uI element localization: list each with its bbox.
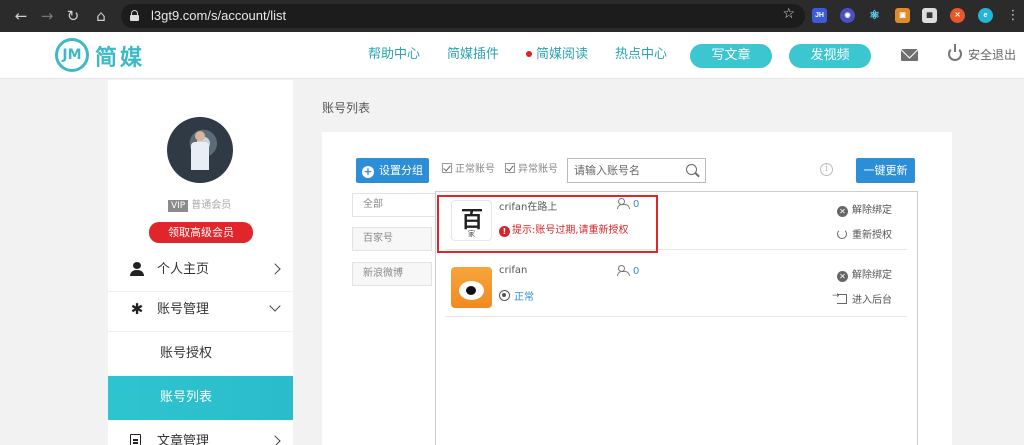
nav-plugin[interactable]: 简媒插件 — [447, 32, 499, 78]
fans-icon — [617, 265, 630, 276]
account-card: crifan 0 正常 ✕ 解除绑定 进入后台 — [445, 259, 907, 317]
lock-icon — [130, 10, 139, 21]
browser-toolbar: ← → ↻ ⌂ l3gt9.com/s/account/list ☆ JH ◉ … — [0, 0, 1024, 32]
action-label: 重新授权 — [852, 230, 892, 241]
nav-help-center[interactable]: 帮助中心 — [368, 32, 420, 78]
search-icon[interactable] — [686, 164, 697, 175]
sidebar-item-label: 个人主页 — [157, 262, 210, 277]
unbind-button[interactable]: ✕ 解除绑定 — [837, 266, 892, 282]
action-label: 解除绑定 — [852, 205, 892, 216]
sidebar-item-account-auth[interactable]: 账号授权 — [108, 332, 293, 376]
sidebar-item-label: 账号管理 — [157, 302, 210, 317]
enter-backend-button[interactable]: 进入后台 — [832, 291, 892, 306]
app-header: JM 简媒 帮助中心 简媒插件 简媒阅读 热点中心 写文章 发视频 安全退出 — [0, 32, 1024, 79]
plus-icon: + — [362, 165, 374, 178]
status-dot-icon — [499, 290, 510, 301]
action-label: 进入后台 — [852, 295, 892, 306]
extension-icon-6[interactable]: ✕ — [950, 8, 965, 23]
page-title: 账号列表 — [322, 101, 371, 115]
logo-icon[interactable]: JM — [55, 38, 89, 72]
fans-count: 0 — [617, 265, 639, 277]
forward-arrow-icon[interactable]: → — [38, 7, 56, 25]
write-article-button[interactable]: 写文章 — [690, 44, 772, 68]
set-group-button[interactable]: + 设置分组 — [356, 158, 429, 183]
sidebar: VIP 普通会员 领取高级会员 个人主页 ✱ 账号管理 账号授权 账号列表 文章管… — [108, 80, 293, 445]
checkbox-label: 正常账号 — [455, 164, 495, 175]
sidebar-item-label: 文章管理 — [157, 434, 210, 445]
sidebar-item-account-mgmt[interactable]: ✱ 账号管理 — [108, 288, 293, 332]
weibo-logo-icon — [451, 267, 492, 308]
account-name: crifan — [499, 265, 528, 276]
avatar[interactable] — [167, 117, 233, 183]
logo-text[interactable]: 简媒 — [95, 40, 145, 72]
url-text: l3gt9.com/s/account/list — [151, 8, 287, 23]
group-item-weibo[interactable]: 新浪微博 — [352, 262, 432, 286]
sidebar-item-article-mgmt[interactable]: 文章管理 — [108, 420, 293, 445]
group-item-all[interactable]: 全部 — [352, 193, 438, 217]
normal-accounts-checkbox[interactable]: 正常账号 — [442, 163, 495, 177]
chevron-down-icon — [269, 300, 281, 312]
post-video-button[interactable]: 发视频 — [789, 44, 871, 68]
upgrade-member-button[interactable]: 领取高级会员 — [149, 222, 253, 243]
member-level-text: 普通会员 — [191, 200, 232, 211]
annotation-highlight-box — [437, 195, 658, 253]
checkbox-icon — [505, 163, 515, 173]
jh-extension-icon[interactable]: JH — [812, 8, 827, 23]
sidebar-item-account-list[interactable]: 账号列表 — [108, 376, 293, 420]
info-icon[interactable]: i — [820, 163, 833, 176]
bookmark-star-icon[interactable]: ☆ — [782, 6, 795, 22]
logout-link[interactable]: 安全退出 — [968, 32, 1016, 78]
extension-icon-4[interactable]: ▣ — [895, 8, 910, 23]
vip-badge: VIP — [168, 200, 189, 212]
mail-icon[interactable] — [901, 49, 918, 61]
person-icon — [130, 262, 144, 276]
member-level: VIP 普通会员 — [168, 196, 231, 212]
reauthorize-button[interactable]: 重新授权 — [837, 226, 892, 241]
back-arrow-icon[interactable]: ← — [12, 7, 30, 25]
nav-reading[interactable]: 简媒阅读 — [526, 32, 588, 78]
browser-menu-icon[interactable]: ⋮ — [1004, 7, 1022, 25]
refresh-icon — [837, 229, 847, 239]
power-icon[interactable] — [948, 44, 962, 61]
sidebar-item-home[interactable]: 个人主页 — [108, 248, 293, 292]
gear-icon: ✱ — [130, 300, 144, 318]
search-input[interactable] — [568, 159, 680, 182]
document-icon — [130, 434, 141, 445]
abnormal-accounts-checkbox[interactable]: 异常账号 — [505, 163, 558, 177]
status-text: 正常 — [514, 292, 534, 303]
sidebar-item-label: 账号授权 — [160, 346, 213, 361]
extension-icon-7[interactable]: e — [978, 8, 993, 23]
nav-hot-center[interactable]: 热点中心 — [615, 32, 667, 78]
home-icon[interactable]: ⌂ — [92, 7, 110, 25]
refresh-all-button[interactable]: 一键更新 — [856, 158, 915, 183]
qr-code-icon[interactable]: ▦ — [922, 8, 937, 23]
action-label: 解除绑定 — [852, 270, 892, 281]
extension-icon-2[interactable]: ◉ — [840, 8, 855, 23]
chevron-right-icon — [269, 263, 281, 275]
enter-icon — [832, 291, 847, 304]
checkbox-label: 异常账号 — [518, 164, 558, 175]
reload-icon[interactable]: ↻ — [64, 7, 82, 25]
checkbox-icon — [442, 163, 452, 173]
close-circle-icon: ✕ — [837, 271, 848, 282]
fans-value: 0 — [633, 266, 640, 277]
group-item-baijiahao[interactable]: 百家号 — [352, 227, 432, 251]
status-normal: 正常 — [499, 288, 534, 303]
set-group-label: 设置分组 — [379, 164, 423, 177]
account-panel: +设置分组 正常账号 异常账号 i 一键更新 全部 百家号 新浪微博 百 家 c… — [322, 132, 952, 445]
unbind-button[interactable]: ✕ 解除绑定 — [837, 201, 892, 217]
close-circle-icon: ✕ — [837, 206, 848, 217]
sidebar-item-label: 账号列表 — [160, 390, 213, 405]
react-devtools-icon[interactable]: ⚛ — [867, 8, 882, 23]
address-bar[interactable]: l3gt9.com/s/account/list ☆ — [121, 4, 805, 28]
chevron-right-icon — [269, 435, 281, 445]
new-dot-icon — [526, 50, 532, 57]
account-search — [567, 158, 706, 183]
